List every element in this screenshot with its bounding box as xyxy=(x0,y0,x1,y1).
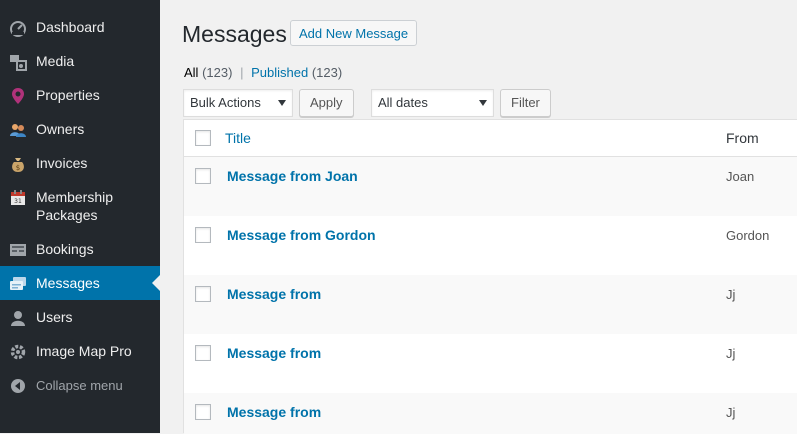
filter-all-link[interactable]: All xyxy=(184,65,198,80)
sidebar-item-label: Media xyxy=(36,53,75,69)
message-title-link[interactable]: Message from Gordon xyxy=(227,227,376,243)
sidebar-item-label: Properties xyxy=(36,87,100,103)
filter-button[interactable]: Filter xyxy=(500,89,551,117)
table-row: Message from Jj xyxy=(184,334,797,393)
message-from: Jj xyxy=(726,287,736,302)
row-checkbox[interactable] xyxy=(195,345,211,361)
calendar-icon: 31 xyxy=(8,188,28,208)
sidebar-item-label: Membership Packages xyxy=(36,189,114,223)
row-checkbox[interactable] xyxy=(195,227,211,243)
owners-icon xyxy=(8,120,28,140)
bulk-actions-value: Bulk Actions xyxy=(190,95,261,110)
dates-select[interactable]: All dates xyxy=(371,89,494,117)
location-pin-icon xyxy=(8,86,28,106)
sidebar-item-invoices[interactable]: $ Invoices xyxy=(0,154,160,176)
messages-table: Title From Message from Joan Joan Messag… xyxy=(183,119,797,434)
select-all-checkbox[interactable] xyxy=(195,130,211,146)
sidebar-item-media[interactable]: Media xyxy=(0,52,160,74)
sidebar-item-label: Bookings xyxy=(36,241,94,257)
user-icon xyxy=(8,308,28,328)
message-from: Jj xyxy=(726,405,736,420)
row-checkbox[interactable] xyxy=(195,168,211,184)
svg-text:31: 31 xyxy=(14,198,22,205)
status-filter-links: All (123) | Published (123) xyxy=(184,65,342,81)
bulk-actions-select[interactable]: Bulk Actions xyxy=(183,89,293,117)
filter-all-count: (123) xyxy=(202,65,233,80)
sidebar-item-label: Users xyxy=(36,309,73,325)
filter-published-count: (123) xyxy=(311,65,343,80)
sidebar-item-messages[interactable]: Messages xyxy=(0,266,160,300)
sidebar-item-membership-packages[interactable]: 31 Membership Packages xyxy=(0,188,160,228)
chevron-down-icon xyxy=(479,100,487,106)
sidebar-item-image-map-pro[interactable]: Image Map Pro xyxy=(0,342,160,364)
row-checkbox[interactable] xyxy=(195,286,211,302)
sidebar-item-label: Invoices xyxy=(36,155,88,171)
table-row: Message from Jj xyxy=(184,393,797,434)
filter-published-link[interactable]: Published xyxy=(251,65,308,80)
add-new-message-button[interactable]: Add New Message xyxy=(290,20,418,46)
message-from: Jj xyxy=(726,346,736,361)
dates-value: All dates xyxy=(378,95,428,110)
gear-icon xyxy=(8,342,28,362)
column-header-from: From xyxy=(726,130,759,146)
sidebar-item-label: Messages xyxy=(36,275,100,291)
sidebar-item-label: Image Map Pro xyxy=(36,343,132,359)
sidebar-item-label: Dashboard xyxy=(36,19,105,35)
message-title-link[interactable]: Message from xyxy=(227,404,321,420)
dashboard-icon xyxy=(8,18,28,38)
main-content: Messages Add New Message All (123) | Pub… xyxy=(160,0,797,434)
message-title-link[interactable]: Message from xyxy=(227,286,321,302)
sidebar-item-label: Owners xyxy=(36,121,85,137)
sidebar-item-owners[interactable]: Owners xyxy=(0,120,160,142)
sidebar-item-dashboard[interactable]: Dashboard xyxy=(0,18,160,40)
admin-sidebar: Dashboard Media Properties Owners $ Invo… xyxy=(0,0,160,433)
bookings-icon xyxy=(8,240,28,260)
sidebar-item-properties[interactable]: Properties xyxy=(0,86,160,108)
media-icon xyxy=(8,52,28,72)
message-title-link[interactable]: Message from xyxy=(227,345,321,361)
table-row: Message from Joan Joan xyxy=(184,157,797,216)
table-row: Message from Jj xyxy=(184,275,797,334)
invoice-icon: $ xyxy=(8,154,28,174)
sidebar-item-bookings[interactable]: Bookings xyxy=(0,240,160,262)
row-checkbox[interactable] xyxy=(195,404,211,420)
table-row: Message from Gordon Gordon xyxy=(184,216,797,275)
table-header: Title From xyxy=(184,120,797,157)
message-from: Gordon xyxy=(726,228,770,243)
page-title: Messages xyxy=(182,21,287,47)
collapse-menu-label: Collapse menu xyxy=(36,378,123,393)
sidebar-item-users[interactable]: Users xyxy=(0,308,160,330)
apply-button[interactable]: Apply xyxy=(299,89,354,117)
message-from: Joan xyxy=(726,169,755,184)
message-title-link[interactable]: Message from Joan xyxy=(227,168,358,184)
chevron-down-icon xyxy=(278,100,286,106)
filter-separator: | xyxy=(240,65,244,80)
svg-text:$: $ xyxy=(16,164,20,172)
collapse-menu-button[interactable]: Collapse menu xyxy=(0,377,160,397)
column-header-title[interactable]: Title xyxy=(225,130,251,146)
collapse-icon xyxy=(8,376,28,396)
messages-icon xyxy=(8,274,28,294)
